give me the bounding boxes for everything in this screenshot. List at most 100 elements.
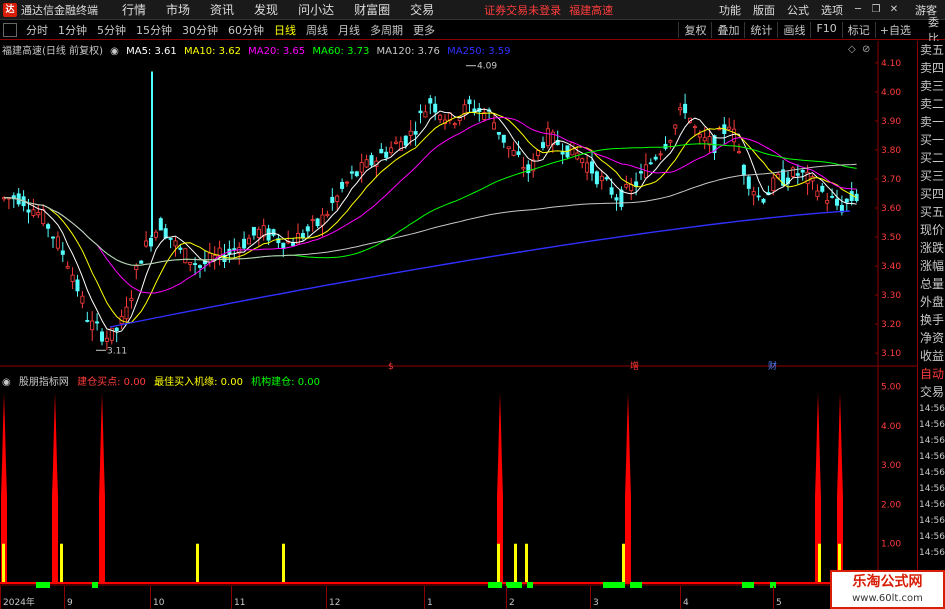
- sidebar-time: 14:56: [919, 420, 945, 430]
- menu-item-trade[interactable]: 交易: [400, 1, 444, 18]
- panel-toggle-icon[interactable]: [3, 23, 17, 37]
- sidebar-item[interactable]: 外盘: [918, 293, 945, 311]
- indicator-tick-label: 1.00: [881, 540, 901, 550]
- candle-body: [359, 162, 364, 173]
- tab-5min[interactable]: 5分钟: [92, 22, 131, 38]
- tab-daily[interactable]: 日线: [269, 22, 301, 38]
- sidebar-item[interactable]: 现价: [918, 221, 945, 239]
- price-tick-label: 3.50: [881, 233, 901, 243]
- tab-60min[interactable]: 60分钟: [223, 22, 269, 38]
- sidebar-time: 14:56: [919, 436, 945, 446]
- candle-body: [148, 237, 153, 247]
- menu-item-wealth[interactable]: 财富圈: [344, 1, 400, 18]
- minimize-icon[interactable]: ─: [849, 2, 867, 18]
- price-tick-label: 3.80: [881, 146, 901, 156]
- sidebar-item[interactable]: 买三: [918, 167, 945, 185]
- add-watchlist-button[interactable]: +自选: [874, 22, 915, 38]
- candle-body: [795, 173, 800, 176]
- tab-15min[interactable]: 15分钟: [131, 22, 177, 38]
- sidebar-trade[interactable]: 交易: [918, 383, 945, 401]
- sidebar-item[interactable]: 买一: [918, 131, 945, 149]
- tool-adjust[interactable]: 复权: [678, 22, 711, 38]
- legend-toggle-icon[interactable]: ◉: [110, 46, 119, 57]
- sidebar-time: 14:56: [919, 484, 945, 494]
- candle-body: [379, 148, 384, 154]
- ma250-line: [109, 210, 851, 328]
- candle-body: [820, 185, 825, 192]
- date-tick-label: 10: [153, 598, 165, 608]
- candle-body: [325, 213, 330, 217]
- candle-body: [384, 151, 389, 158]
- sidebar-item[interactable]: 买四: [918, 185, 945, 203]
- price-tick-label: 3.10: [881, 349, 901, 359]
- candle-body: [751, 191, 756, 196]
- menu-formula[interactable]: 公式: [781, 2, 815, 18]
- tool-f10[interactable]: F10: [810, 22, 841, 38]
- price-tick-label: 3.40: [881, 262, 901, 272]
- sidebar-item[interactable]: 涨幅: [918, 257, 945, 275]
- ma-legend: 福建高速(日线 前复权) ◉ MA5: 3.61 MA10: 3.62 MA20…: [2, 42, 514, 57]
- tool-overlay[interactable]: 叠加: [711, 22, 744, 38]
- sidebar-item[interactable]: 卖五: [918, 41, 945, 59]
- close-icon[interactable]: ✕: [885, 2, 903, 18]
- tab-1min[interactable]: 1分钟: [53, 22, 92, 38]
- indicator-toggle-icon[interactable]: ◉: [2, 377, 11, 388]
- event-mark: 增: [630, 360, 639, 372]
- tab-intraday[interactable]: 分时: [21, 22, 53, 38]
- candle-body: [619, 189, 624, 207]
- candle-body: [545, 128, 550, 147]
- login-status[interactable]: 证券交易未登录: [484, 2, 561, 18]
- sidebar-item[interactable]: 总量: [918, 275, 945, 293]
- candle-body: [163, 228, 168, 239]
- restore-icon[interactable]: ❐: [867, 2, 885, 18]
- candle-body: [830, 195, 835, 198]
- sidebar-item[interactable]: 涨跌: [918, 239, 945, 257]
- tab-monthly[interactable]: 月线: [333, 22, 365, 38]
- ma20-legend: MA20: 3.65: [248, 46, 306, 57]
- menu-item-ask[interactable]: 问小达: [288, 1, 344, 18]
- tool-draw[interactable]: 画线: [777, 22, 810, 38]
- tab-weekly[interactable]: 周线: [301, 22, 333, 38]
- candle-body: [506, 146, 511, 150]
- menu-item-exchange[interactable]: 市场: [156, 1, 200, 18]
- candle-body: [433, 103, 438, 113]
- sidebar-item[interactable]: 卖二: [918, 95, 945, 113]
- tab-multi-period[interactable]: 多周期: [365, 22, 408, 38]
- candle-body: [560, 151, 565, 155]
- menu-function[interactable]: 功能: [713, 2, 747, 18]
- candle-body: [790, 167, 795, 177]
- candle-body: [697, 133, 702, 138]
- menu-item-news[interactable]: 资讯: [200, 1, 244, 18]
- chart-zoom-icon: ⊘: [862, 44, 870, 55]
- sidebar-item[interactable]: 净资: [918, 329, 945, 347]
- kline-chart-area[interactable]: 福建高速(日线 前复权) ◉ MA5: 3.61 MA10: 3.62 MA20…: [0, 41, 917, 609]
- indicator-tick-label: 5.00: [881, 383, 901, 393]
- sidebar-auto[interactable]: 自动: [918, 365, 945, 383]
- menu-item-discover[interactable]: 发现: [244, 1, 288, 18]
- candle-body: [129, 297, 134, 302]
- high-label: 4.09: [477, 62, 497, 72]
- candle-body: [737, 151, 742, 154]
- sidebar-item[interactable]: 买五: [918, 203, 945, 221]
- ma120-legend: MA120: 3.76: [376, 46, 440, 57]
- candle-body: [114, 327, 119, 332]
- tab-more[interactable]: 更多: [408, 22, 440, 38]
- menu-options[interactable]: 选项: [815, 2, 849, 18]
- sidebar-item[interactable]: 买二: [918, 149, 945, 167]
- indicator-name[interactable]: 股朋指标网: [19, 377, 69, 388]
- sidebar-item[interactable]: 换手: [918, 311, 945, 329]
- menu-layout[interactable]: 版面: [747, 2, 781, 18]
- sidebar-item[interactable]: 卖三: [918, 77, 945, 95]
- sidebar-time: 14:56: [919, 548, 945, 558]
- menu-item-market[interactable]: 行情: [112, 1, 156, 18]
- sidebar-item[interactable]: 卖四: [918, 59, 945, 77]
- sidebar-item[interactable]: 收益: [918, 347, 945, 365]
- tab-30min[interactable]: 30分钟: [177, 22, 223, 38]
- tool-mark[interactable]: 标记: [841, 22, 875, 38]
- candle-body: [26, 209, 31, 213]
- sidebar-time: 14:56: [919, 404, 945, 414]
- candle-body: [624, 184, 629, 188]
- sidebar-item[interactable]: 卖一: [918, 113, 945, 131]
- candle-body: [393, 141, 398, 144]
- tool-stats[interactable]: 统计: [744, 22, 777, 38]
